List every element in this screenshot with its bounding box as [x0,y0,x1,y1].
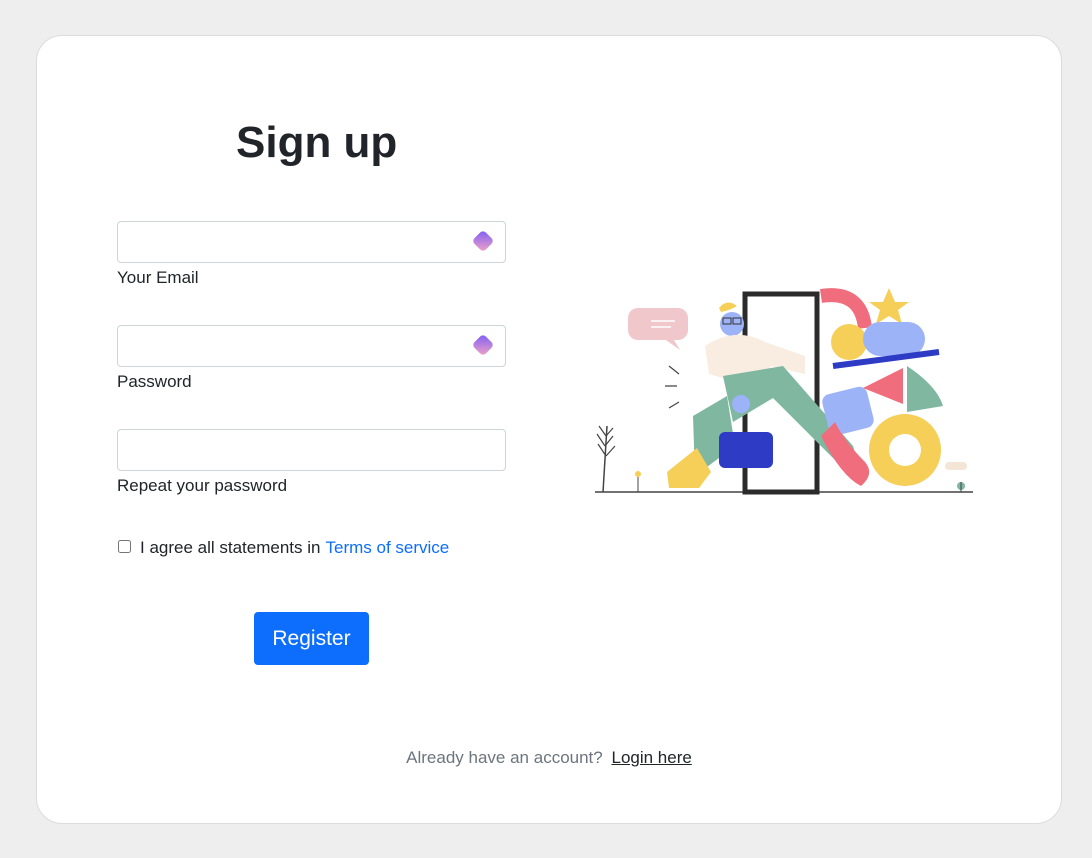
email-label: Your Email [117,268,199,287]
email-field-wrapper [117,221,506,263]
repeat-password-label: Repeat your password [117,476,288,495]
login-prompt-text: Already have an account? [406,748,603,767]
repeat-password-field-wrapper [117,429,506,471]
terms-agreement: I agree all statements in Terms of servi… [117,538,449,558]
password-field[interactable] [118,326,472,364]
repeat-password-field-group: Repeat your password [117,429,507,496]
terms-agreement-text: I agree all statements in [140,538,321,557]
signup-card: Sign up Your Email Password Repeat your … [36,35,1062,824]
repeat-password-field[interactable] [118,430,472,468]
login-prompt: Already have an account? Login here [37,748,1061,768]
register-button[interactable]: Register [254,612,369,665]
terms-of-service-link[interactable]: Terms of service [325,538,449,558]
password-label: Password [117,372,192,391]
email-field[interactable] [118,222,472,260]
terms-checkbox[interactable] [118,539,131,553]
password-field-wrapper [117,325,506,367]
email-field-group: Your Email [117,221,507,288]
login-link[interactable]: Login here [611,748,691,767]
gem-icon[interactable] [469,229,497,255]
password-field-group: Password [117,325,507,392]
person-carrying-shapes-illustration [595,288,973,495]
gem-icon[interactable] [469,333,497,359]
page-title: Sign up [236,118,398,167]
